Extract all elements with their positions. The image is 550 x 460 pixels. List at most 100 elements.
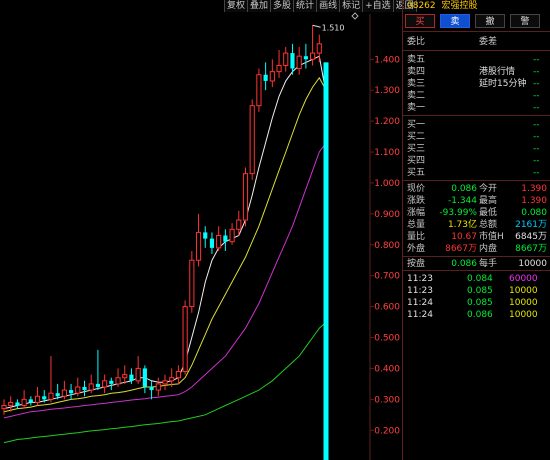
candle-body — [115, 377, 121, 385]
tick-price: 0.084 — [467, 274, 493, 284]
divider — [403, 31, 550, 32]
candle-body — [263, 74, 268, 81]
candle-body — [55, 393, 60, 397]
candle-body — [15, 402, 20, 406]
toolbar-overlay-button[interactable]: 叠加 — [248, 0, 272, 12]
buy-level-2-value: -- — [533, 132, 540, 142]
candle-body — [229, 228, 235, 243]
buy-level-5-label: 买五 — [407, 168, 426, 178]
tick-volume: 10000 — [509, 286, 538, 296]
buy-level-1-value: -- — [533, 120, 540, 130]
divider — [403, 50, 550, 51]
candle-body — [88, 383, 94, 391]
toolbar-add-watchlist-button[interactable]: +自选 — [363, 0, 394, 12]
toolbar-multi-stock-button[interactable]: 多股 — [271, 0, 295, 12]
buy-level-3-value: -- — [533, 144, 540, 154]
tick-volume: 10000 — [509, 310, 538, 320]
candle-body — [75, 386, 81, 394]
toolbar-adjust-button[interactable]: 复权 — [224, 0, 249, 12]
toolbar-draw-line-button[interactable]: 画线 — [317, 0, 341, 12]
quote-label: 市值H — [479, 232, 504, 242]
candle-body — [296, 55, 302, 70]
y-tick-label: 0.500 — [374, 334, 400, 344]
quote-label: 总额 — [479, 220, 498, 230]
tick-time: 11:24 — [407, 310, 433, 320]
candle-body — [310, 52, 316, 60]
quote-label: 今开 — [479, 184, 498, 194]
y-tick-label: 1.300 — [374, 86, 400, 96]
sell-level-5-value: -- — [533, 55, 540, 65]
candle-body — [135, 367, 141, 382]
candle-body — [223, 235, 228, 242]
candle-body — [61, 389, 67, 397]
kline-svg: 1.400 1.300 1.200 1.100 1.000 0.900 0.800 0.700… — [1, 12, 400, 460]
quote-label: 最低 — [479, 208, 498, 218]
toolbar-stats-button[interactable]: 统计 — [294, 0, 318, 12]
trade-tabs: 买 卖 撤 警 — [405, 14, 550, 29]
divider — [403, 180, 550, 181]
candle-body — [69, 390, 74, 394]
candle-body — [122, 374, 128, 379]
candle-body — [102, 380, 108, 388]
sell-level-1-value: -- — [533, 103, 540, 113]
y-tick-label: 0.200 — [374, 426, 400, 436]
lot-label: 按盘 — [407, 259, 426, 269]
buy-level-1-label: 买一 — [407, 120, 426, 130]
cancel-order-button[interactable]: 撤 — [475, 14, 505, 28]
candle-body — [269, 71, 275, 82]
candle-body — [216, 235, 222, 249]
sell-level-1-label: 卖一 — [407, 103, 426, 113]
candle-body — [21, 398, 27, 407]
tick-price: 0.085 — [467, 286, 493, 296]
divider — [403, 256, 550, 257]
toolbar-mark-button[interactable]: 标记 — [340, 0, 364, 12]
tick-volume: 10000 — [509, 298, 538, 308]
quote-value: 1.390 — [521, 184, 547, 194]
candle-body — [155, 383, 161, 391]
quote-panel: 08262 宏强控股 买 卖 撤 警 委比 委差 卖五 -- 卖四 -- 卖三 … — [402, 0, 550, 460]
divider — [403, 115, 550, 116]
quote-value: 10.67 — [451, 232, 477, 242]
ma-white-line — [3, 55, 327, 410]
tick-price: 0.086 — [467, 310, 493, 320]
y-tick-label: 1.400 — [374, 55, 400, 65]
candle-body — [48, 392, 54, 400]
candle-body — [182, 306, 188, 373]
candle-body — [1, 405, 7, 410]
buy-button[interactable]: 买 — [405, 14, 435, 28]
candle-body — [209, 238, 215, 248]
buy-level-3-label: 买三 — [407, 144, 426, 154]
alert-button[interactable]: 警 — [510, 14, 540, 28]
per-hand-value: 10000 — [518, 259, 547, 269]
y-tick-label: 1.000 — [374, 179, 400, 189]
stock-header: 08262 宏强控股 — [403, 0, 550, 13]
candle-body — [42, 396, 47, 400]
diamond-icon — [351, 12, 359, 20]
quote-label: 最高 — [479, 196, 498, 206]
quote-label: 外盘 — [407, 244, 426, 254]
tick-time: 11:24 — [407, 298, 433, 308]
quote-label: 现价 — [407, 184, 426, 194]
candle-body — [34, 395, 41, 403]
lot-value: 0.086 — [451, 259, 477, 269]
stock-app: 1.400 1.300 1.200 1.100 1.000 0.900 0.800 0.700… — [0, 0, 550, 460]
candle-body — [303, 56, 308, 60]
high-label: 1.510 — [322, 23, 345, 32]
candle-body — [28, 399, 33, 403]
quote-value: 2161万 — [515, 220, 547, 230]
tick-price: 0.085 — [467, 298, 493, 308]
candle-body — [323, 62, 329, 460]
quote-value: 6845万 — [515, 232, 547, 242]
candle-body — [142, 368, 147, 387]
weibi-label: 委比 — [407, 37, 426, 47]
quote-label: 量比 — [407, 232, 426, 242]
y-tick-label: 0.600 — [374, 303, 400, 313]
candle-body — [242, 173, 249, 221]
candle-body — [189, 259, 195, 308]
y-tick-label: 0.400 — [374, 364, 400, 374]
kline-chart[interactable]: 1.400 1.300 1.200 1.100 1.000 0.900 0.800 0.700… — [0, 0, 417, 460]
quote-label: 涨跌 — [407, 196, 426, 206]
candle-body — [162, 380, 168, 385]
sell-button[interactable]: 卖 — [440, 14, 470, 28]
candle-body — [95, 383, 100, 387]
